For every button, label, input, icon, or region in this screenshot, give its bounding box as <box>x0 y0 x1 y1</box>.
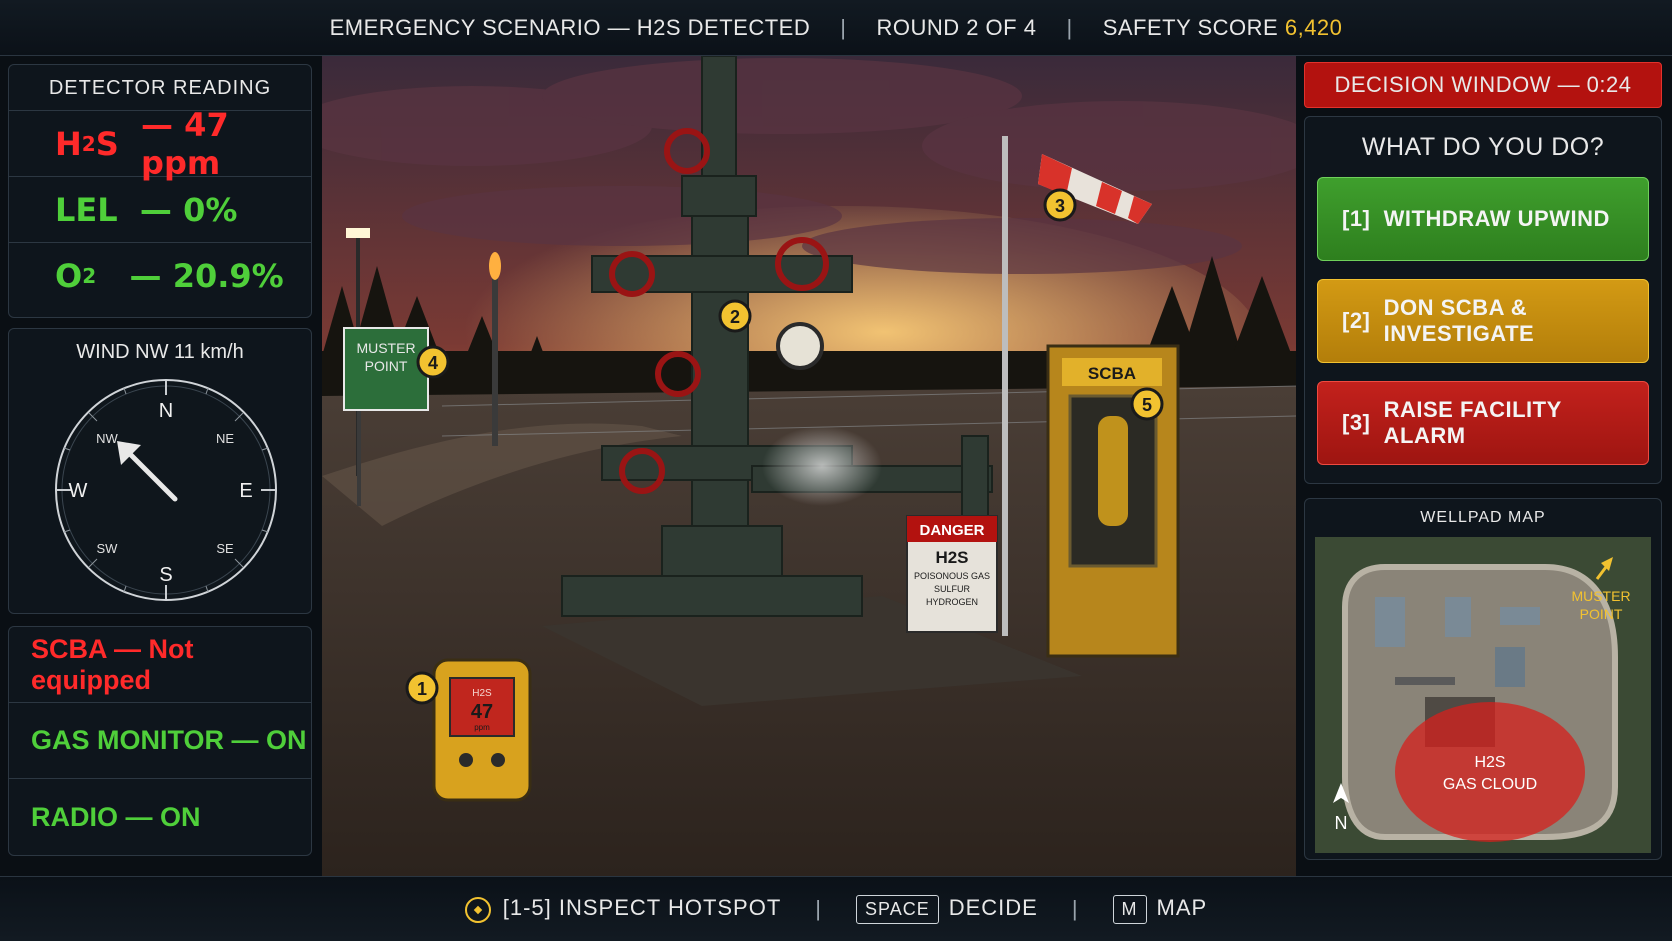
safety-score-value: 6,420 <box>1284 14 1343 40</box>
device-gas-label: H2S <box>472 688 492 699</box>
muster-sign-line2: POINT <box>365 358 408 374</box>
danger-sign-title: DANGER <box>919 522 984 539</box>
hotspot-icon <box>464 896 491 923</box>
compass-se: SE <box>216 541 234 556</box>
h2s-label: H <box>55 124 82 163</box>
svg-text:3: 3 <box>1055 196 1065 216</box>
hotspot-5[interactable]: 5 <box>1130 387 1164 421</box>
danger-sign-line3: HYDROGEN <box>926 597 978 607</box>
choice-key: [3] <box>1342 410 1371 435</box>
svg-text:N: N <box>1335 813 1348 833</box>
top-status-bar: EMERGENCY SCENARIO — H2S DETECTED | ROUN… <box>0 0 1672 56</box>
o2-label: O <box>55 257 83 295</box>
reading-h2s: H2S — 47 ppm <box>9 106 311 182</box>
lel-value: — 0% <box>139 190 238 229</box>
round-indicator: ROUND 2 OF 4 <box>876 14 1037 40</box>
divider: | <box>840 14 847 40</box>
decision-panel: WHAT DO YOU DO? [1] WITHDRAW UPWIND [2] … <box>1304 116 1662 484</box>
decision-timer: DECISION WINDOW — 0:24 <box>1304 62 1662 108</box>
compass-s: S <box>159 564 172 586</box>
scenario-title: EMERGENCY SCENARIO — H2S DETECTED <box>329 14 811 40</box>
compass-sw: SW <box>97 541 119 556</box>
map-muster-line1: MUSTER <box>1571 588 1630 604</box>
danger-sign-line1: POISONOUS GAS <box>914 571 990 581</box>
choice-key: [2] <box>1342 308 1371 333</box>
choice-label: WITHDRAW UPWIND <box>1383 206 1610 231</box>
compass-ne: NE <box>216 431 234 446</box>
map-label: MAP <box>1156 894 1208 920</box>
gas-cloud-line2: GAS CLOUD <box>1443 776 1537 793</box>
svg-text:4: 4 <box>428 353 438 373</box>
o2-value: — 20.9% <box>129 257 284 295</box>
o2-subscript: 2 <box>82 264 97 288</box>
svg-text:2: 2 <box>730 307 740 327</box>
wind-title: WIND NW 11 km/h <box>76 341 244 363</box>
choice-label: DON SCBA & INVESTIGATE <box>1383 295 1535 346</box>
hotspot-3[interactable]: 3 <box>1043 188 1077 222</box>
gas-monitor-status: GAS MONITOR — ON <box>9 703 311 779</box>
equipment-status-panel: SCBA — Not equipped GAS MONITOR — ON RAD… <box>8 626 312 856</box>
reading-o2: O2 — 20.9% <box>9 243 311 309</box>
decide-label: DECIDE <box>948 894 1038 920</box>
wellpad-map-panel[interactable]: WELLPAD MAP H2S GAS CLOUD MUSTER POINT N <box>1304 498 1662 860</box>
svg-text:1: 1 <box>417 679 427 699</box>
compass-n: N <box>159 400 173 422</box>
divider: | <box>815 896 823 921</box>
inspect-hint: [1-5] INSPECT HOTSPOT <box>464 895 782 923</box>
gas-cloud-line1: H2S <box>1474 754 1505 771</box>
radio-status: RADIO — ON <box>31 801 201 832</box>
scba-cabinet-label: SCBA <box>1088 364 1136 383</box>
decide-hint[interactable]: SPACE DECIDE <box>856 894 1038 924</box>
hotspot-2[interactable]: 2 <box>718 299 752 333</box>
h2s-subscript: 2 <box>81 131 96 156</box>
scba-status: SCBA — Not equipped <box>9 627 311 703</box>
choice-label: RAISE FACILITY ALARM <box>1383 397 1562 448</box>
compass-e: E <box>239 480 252 502</box>
wellpad-scene-illustration: MUSTER POINT SCBA DANGER H2S POISONOUS G… <box>322 56 1296 876</box>
map-title: WELLPAD MAP <box>1420 509 1546 526</box>
choice-key: [1] <box>1342 206 1371 231</box>
withdraw-upwind-button[interactable]: [1] WITHDRAW UPWIND <box>1317 177 1649 261</box>
danger-sign-gas: H2S <box>935 548 968 567</box>
h2s-label-tail: S <box>95 124 119 163</box>
safety-score-label: SAFETY SCORE <box>1102 14 1279 40</box>
reading-lel: LEL — 0% <box>9 177 311 243</box>
svg-text:5: 5 <box>1142 395 1152 415</box>
map-hint[interactable]: M MAP <box>1112 894 1208 924</box>
detector-panel: DETECTOR READING H2S — 47 ppm LEL — 0% O… <box>8 64 312 318</box>
lel-label: LEL <box>55 190 118 229</box>
hotspot-1[interactable]: 1 <box>405 671 439 705</box>
decision-question: WHAT DO YOU DO? <box>1361 133 1605 161</box>
raise-facility-alarm-button[interactable]: [3] RAISE FACILITY ALARM <box>1317 381 1649 465</box>
h2s-value: — 47 ppm <box>141 105 229 182</box>
m-key[interactable]: M <box>1112 894 1147 924</box>
device-unit: ppm <box>474 723 490 732</box>
hotspot-4[interactable]: 4 <box>416 345 450 379</box>
inspect-label: [1-5] INSPECT HOTSPOT <box>502 895 782 921</box>
detector-title: DETECTOR READING <box>9 65 311 111</box>
controls-bar: [1-5] INSPECT HOTSPOT | SPACE DECIDE | MM… <box>0 876 1672 941</box>
danger-sign-line2: SULFUR <box>934 584 971 594</box>
muster-sign-line1: MUSTER <box>356 340 415 356</box>
divider: | <box>1066 14 1073 40</box>
compass-icon: N S W E NW NE SW SE <box>55 379 277 601</box>
compass-w: W <box>69 480 88 502</box>
safety-score: SAFETY SCORE 6,420 <box>1103 15 1343 41</box>
device-value: 47 <box>471 701 493 723</box>
map-muster-line2: POINT <box>1580 606 1623 622</box>
game-scene[interactable]: MUSTER POINT SCBA DANGER H2S POISONOUS G… <box>322 56 1296 876</box>
wind-panel: WIND NW 11 km/h N S W E NW NE SW SE <box>8 328 312 614</box>
space-key[interactable]: SPACE <box>856 894 939 924</box>
don-scba-investigate-button[interactable]: [2] DON SCBA & INVESTIGATE <box>1317 279 1649 363</box>
divider: | <box>1071 896 1079 921</box>
wellpad-minimap: H2S GAS CLOUD MUSTER POINT N <box>1315 537 1651 853</box>
compass-nw: NW <box>96 431 118 446</box>
